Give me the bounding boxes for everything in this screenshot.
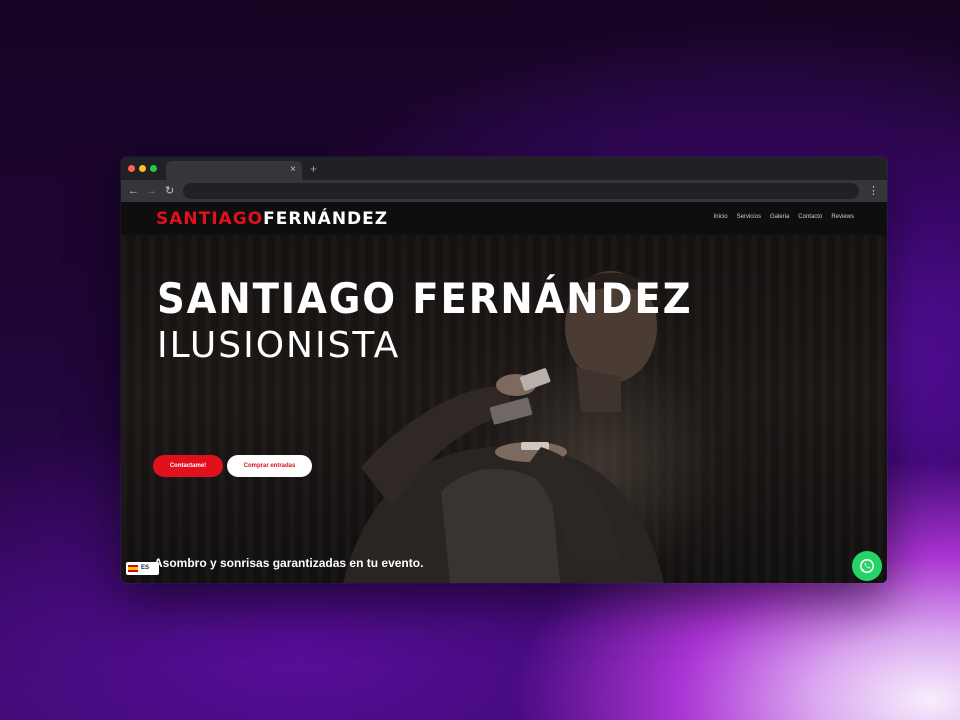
contact-button[interactable]: Contactame!	[153, 455, 223, 477]
forward-icon[interactable]: →	[146, 183, 157, 199]
hero-tagline: Asombro y sonrisas garantizadas en tu ev…	[154, 556, 424, 570]
title-bar: × +	[121, 157, 887, 180]
tab-close-icon[interactable]: ×	[290, 163, 296, 177]
whatsapp-button[interactable]	[852, 551, 882, 581]
browser-toolbar: ← → ↻ ⋮	[121, 180, 887, 202]
site-header: SANTIAGOFERNÁNDEZ Inicio Servicios Galer…	[121, 202, 887, 235]
hero-title: SANTIAGO FERNÁNDEZ	[157, 274, 693, 323]
nav-item-inicio[interactable]: Inicio	[714, 213, 728, 221]
logo-first-name: SANTIAGO	[156, 209, 264, 229]
new-tab-icon[interactable]: +	[310, 161, 317, 177]
language-selector[interactable]: ES	[126, 562, 159, 575]
whatsapp-icon	[860, 559, 874, 573]
nav-item-contacto[interactable]: Contacto	[798, 213, 822, 221]
close-window-button[interactable]	[128, 165, 135, 172]
minimize-window-button[interactable]	[139, 165, 146, 172]
nav-item-galeria[interactable]: Galeria	[770, 213, 789, 221]
nav-item-reviews[interactable]: Reviews	[831, 213, 854, 221]
logo-last-name: FERNÁNDEZ	[263, 209, 389, 229]
buy-tickets-button[interactable]: Comprar entradas	[227, 455, 312, 477]
browser-tab[interactable]: ×	[166, 161, 302, 180]
page-viewport: SANTIAGOFERNÁNDEZ Inicio Servicios Galer…	[121, 202, 887, 583]
reload-icon[interactable]: ↻	[165, 183, 174, 199]
spain-flag-icon	[128, 565, 138, 572]
main-nav: Inicio Servicios Galeria Contacto Review…	[714, 213, 854, 221]
hero-subtitle: ILUSIONISTA	[157, 325, 401, 366]
nav-item-servicios[interactable]: Servicios	[737, 213, 761, 221]
back-icon[interactable]: ←	[128, 183, 139, 199]
language-label: ES	[141, 565, 150, 571]
browser-window: × + ← → ↻ ⋮ SANTIAGOFERNÁNDEZ Inicio Ser…	[121, 157, 887, 583]
browser-menu-icon[interactable]: ⋮	[868, 183, 879, 199]
site-logo[interactable]: SANTIAGOFERNÁNDEZ	[156, 208, 388, 230]
address-bar[interactable]	[183, 183, 859, 199]
maximize-window-button[interactable]	[150, 165, 157, 172]
